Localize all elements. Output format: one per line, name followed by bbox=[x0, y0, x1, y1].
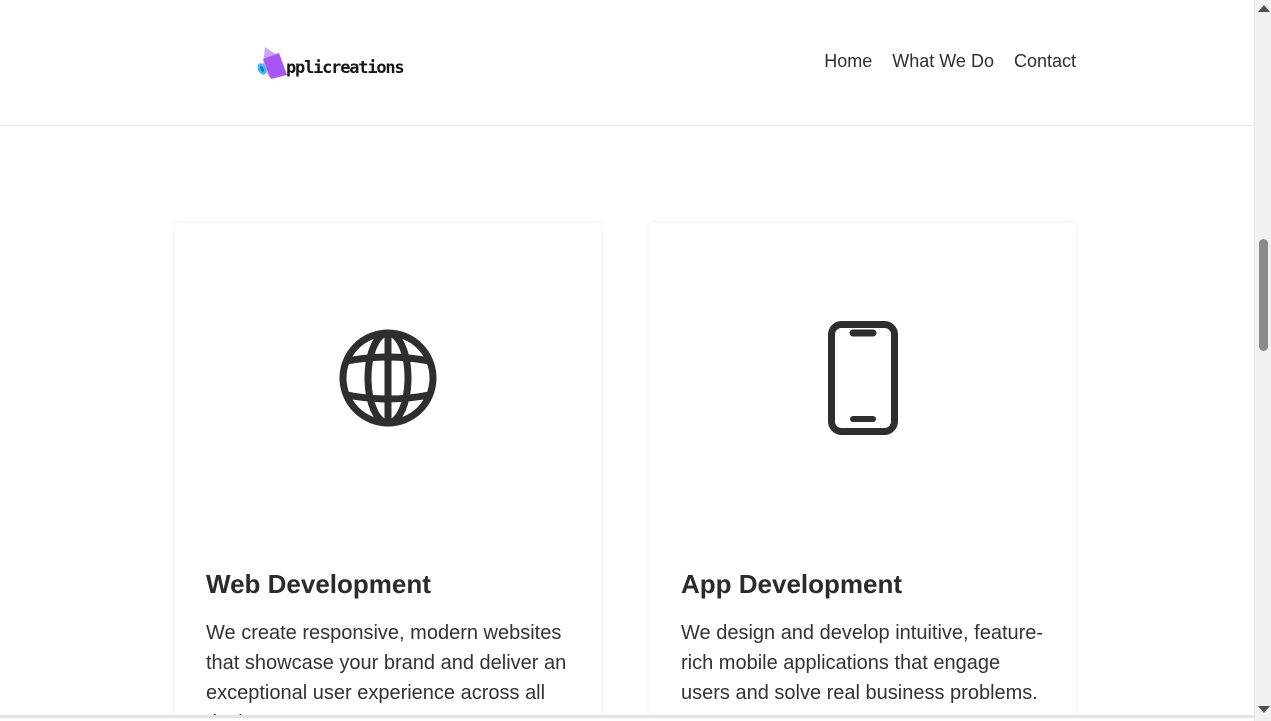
nav-link-home[interactable]: Home bbox=[824, 49, 872, 73]
site-header: pplicreations Home What We Do Contact bbox=[0, 0, 1254, 126]
service-card-web-development: Web Development We create responsive, mo… bbox=[175, 223, 601, 718]
card-title: Web Development bbox=[206, 569, 431, 599]
main-nav: Home What We Do Contact bbox=[824, 49, 1076, 73]
page-viewport: pplicreations Home What We Do Contact We… bbox=[0, 0, 1254, 718]
nav-link-contact[interactable]: Contact bbox=[1014, 49, 1076, 73]
scrollbar-thumb[interactable] bbox=[1259, 239, 1268, 351]
nav-link-what-we-do[interactable]: What We Do bbox=[892, 49, 994, 73]
logo-wordmark: pplicreations bbox=[286, 58, 405, 78]
scroll-down-icon[interactable] bbox=[1258, 706, 1270, 713]
vertical-scrollbar[interactable] bbox=[1254, 0, 1271, 721]
service-card-app-development: App Development We design and develop in… bbox=[650, 223, 1076, 718]
globe-icon bbox=[175, 328, 601, 428]
card-description: We design and develop intuitive, feature… bbox=[681, 622, 1044, 704]
card-description: We create responsive, modern websites th… bbox=[206, 622, 567, 718]
brand-logo[interactable]: pplicreations bbox=[255, 41, 405, 81]
smartphone-icon bbox=[650, 321, 1076, 435]
logo-mark-icon bbox=[255, 45, 289, 81]
card-title: App Development bbox=[681, 569, 903, 599]
scroll-up-icon[interactable] bbox=[1258, 5, 1270, 12]
horizontal-edge bbox=[0, 715, 1254, 718]
